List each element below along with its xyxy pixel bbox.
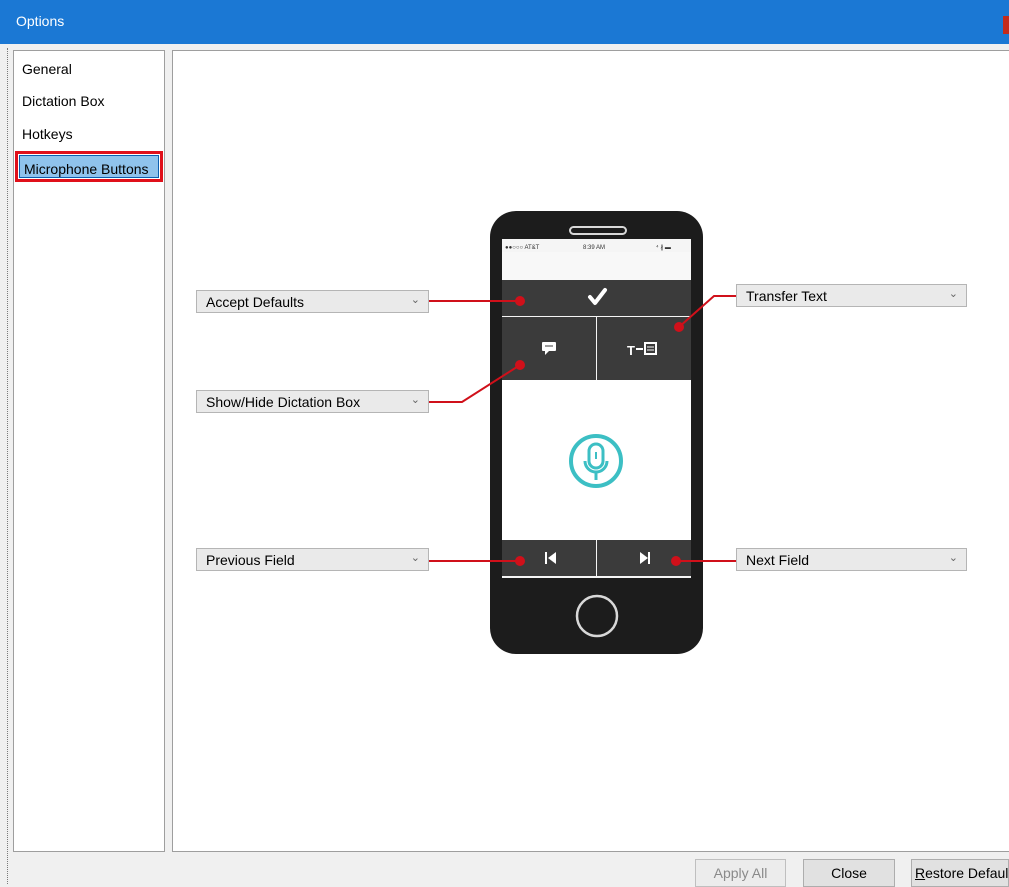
phone-illustration: ●●○○○ AT&T 8:39 AM ⁴ ∦ ▬ T [428,211,738,654]
accept-defaults-select[interactable]: Accept Defaults ⌄ [196,290,429,313]
transfer-text-select[interactable]: Transfer Text ⌄ [736,284,967,307]
close-button[interactable]: Close [803,859,895,887]
previous-field-select[interactable]: Previous Field ⌄ [196,548,429,571]
apply-all-button[interactable]: Apply All [695,859,786,887]
status-carrier: ●●○○○ AT&T [505,245,540,251]
app-header [502,252,691,280]
chevron-down-icon: ⌄ [410,552,420,564]
microphone-area [502,380,691,540]
next-field-value: Next Field [746,552,810,568]
show-hide-dictation-select[interactable]: Show/Hide Dictation Box ⌄ [196,390,429,413]
status-right: ⁴ ∦ ▬ [656,244,671,251]
restore-defaults-button[interactable]: Restore Defaults [911,859,1009,887]
chevron-down-icon: ⌄ [948,552,958,564]
transfer-text-value: Transfer Text [746,288,827,304]
accept-defaults-value: Accept Defaults [206,294,305,310]
chevron-down-icon: ⌄ [948,288,958,300]
chevron-down-icon: ⌄ [410,394,420,406]
previous-field-value: Previous Field [206,552,295,568]
status-time: 8:39 AM [583,245,605,251]
chevron-down-icon: ⌄ [410,294,420,306]
show-hide-dictation-value: Show/Hide Dictation Box [206,394,361,410]
next-field-select[interactable]: Next Field ⌄ [736,548,967,571]
svg-text:T: T [627,343,635,358]
